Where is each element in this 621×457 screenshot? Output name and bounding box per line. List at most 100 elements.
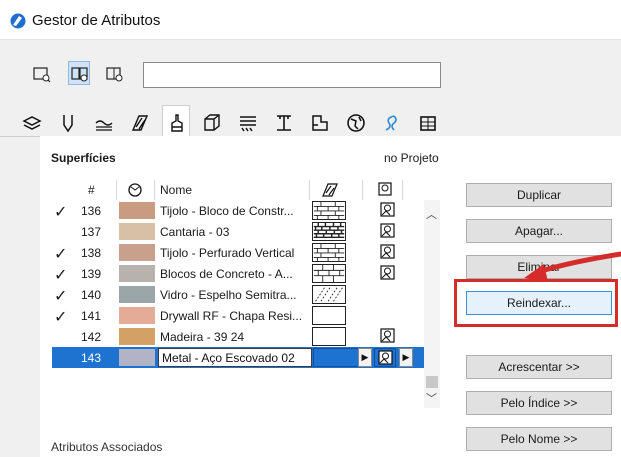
pen-icon bbox=[63, 115, 73, 133]
color-swatch bbox=[119, 244, 155, 261]
by-index-button[interactable]: Pelo Índice >> bbox=[466, 391, 612, 415]
fill-header-icon[interactable] bbox=[322, 183, 338, 197]
tab-surfaces[interactable] bbox=[162, 105, 190, 138]
table-row[interactable]: ✓ 138 Tijolo - Perfurado Vertical bbox=[52, 242, 422, 263]
table-row[interactable]: ✓ 136 Tijolo - Bloco de Constr... bbox=[52, 200, 422, 221]
search-input[interactable] bbox=[143, 62, 441, 88]
fill-pattern-selector[interactable] bbox=[313, 348, 359, 367]
surfaces-table: # Nome ✓ 136 Tijolo - Bloco de Constr...… bbox=[52, 180, 440, 408]
texture-dropdown-arrow-icon[interactable]: ▶ bbox=[399, 348, 413, 367]
color-swatch bbox=[119, 328, 155, 345]
title-bar: Gestor de Atributos bbox=[0, 0, 621, 40]
window-title: Gestor de Atributos bbox=[32, 12, 161, 29]
table-scrollbar[interactable]: ︿ ﹀ bbox=[424, 200, 440, 408]
section-title: Superfícies bbox=[51, 151, 116, 165]
tab-pens[interactable] bbox=[54, 109, 82, 137]
scroll-down-icon[interactable]: ﹀ bbox=[426, 390, 437, 406]
tab-fills[interactable] bbox=[126, 109, 154, 137]
in-project-check-icon: ✓ bbox=[54, 267, 68, 284]
color-swatch[interactable] bbox=[119, 349, 155, 366]
color-swatch bbox=[119, 223, 155, 240]
column-header-number[interactable]: # bbox=[88, 183, 95, 197]
texture-map-icon bbox=[380, 202, 395, 217]
by-name-button[interactable]: Pelo Nome >> bbox=[466, 427, 612, 451]
empty-pattern bbox=[312, 306, 346, 325]
brick-pattern-icon bbox=[312, 243, 346, 262]
texture-map-icon bbox=[380, 328, 395, 343]
layers-icon bbox=[22, 116, 42, 130]
surface-name: Madeira - 39 24 bbox=[160, 330, 245, 344]
associated-attributes-label: Atributos Associados bbox=[51, 440, 163, 454]
tab-mep[interactable] bbox=[378, 109, 406, 137]
row-number: 138 bbox=[81, 246, 102, 260]
table-row[interactable]: ✓ 139 Blocos de Concreto - A... bbox=[52, 263, 422, 284]
table-row[interactable]: ✓ 141 Drywall RF - Chapa Resi... bbox=[52, 305, 422, 326]
tab-zones[interactable] bbox=[306, 109, 334, 137]
empty-pattern bbox=[312, 327, 346, 346]
texture-map-selector[interactable] bbox=[374, 348, 396, 367]
texture-map-icon bbox=[380, 244, 395, 259]
tab-layers[interactable] bbox=[18, 109, 46, 137]
annotation-arrow bbox=[524, 251, 621, 282]
view-single-icon bbox=[106, 67, 123, 82]
color-swatch bbox=[119, 286, 155, 303]
surface-name: Vidro - Espelho Semitra... bbox=[160, 288, 297, 302]
texture-map-icon bbox=[380, 265, 395, 280]
tab-profiles[interactable] bbox=[234, 109, 262, 137]
texture-map-icon bbox=[380, 223, 395, 238]
table-row[interactable]: 137 Cantaria - 03 bbox=[52, 221, 422, 242]
globe-icon bbox=[347, 114, 365, 132]
surface-name-edit-field[interactable]: Metal - Aço Escovado 02 bbox=[158, 348, 312, 367]
glass-pattern-icon bbox=[312, 285, 346, 304]
header-divider bbox=[362, 180, 363, 200]
in-project-check-icon: ✓ bbox=[54, 288, 68, 305]
brick-pattern-icon bbox=[312, 201, 346, 220]
scroll-up-icon[interactable]: ︿ bbox=[426, 206, 437, 222]
color-header-icon[interactable] bbox=[128, 183, 142, 197]
view-dual-list-button[interactable] bbox=[68, 61, 90, 85]
attribute-tabs bbox=[0, 103, 621, 138]
tab-composites[interactable] bbox=[198, 109, 226, 137]
scroll-thumb[interactable] bbox=[426, 376, 438, 388]
tab-markup[interactable] bbox=[342, 109, 370, 137]
row-number: 140 bbox=[81, 288, 102, 302]
in-project-check-icon: ✓ bbox=[54, 204, 68, 221]
table-header: # Nome bbox=[52, 180, 440, 200]
row-number: 142 bbox=[81, 330, 102, 344]
table-row[interactable]: ✓ 140 Vidro - Espelho Semitra... bbox=[52, 284, 422, 305]
duplicate-button[interactable]: Duplicar bbox=[466, 183, 612, 207]
row-number: 141 bbox=[81, 309, 102, 323]
building-material-icon bbox=[420, 116, 436, 131]
surface-name: Drywall RF - Chapa Resi... bbox=[160, 309, 303, 323]
view-list-icon bbox=[33, 67, 51, 83]
header-divider bbox=[309, 180, 310, 200]
fill-dropdown-arrow-icon[interactable]: ▶ bbox=[358, 348, 372, 367]
beam-icon bbox=[277, 115, 291, 131]
header-divider bbox=[116, 180, 117, 200]
column-header-name[interactable]: Nome bbox=[160, 183, 192, 197]
tab-building-materials[interactable] bbox=[414, 109, 442, 137]
header-divider bbox=[402, 180, 403, 200]
texture-map-icon bbox=[378, 350, 393, 365]
in-project-check-icon: ✓ bbox=[54, 246, 68, 263]
profile-icon bbox=[240, 116, 256, 132]
view-list-button[interactable] bbox=[30, 61, 52, 85]
color-swatch bbox=[119, 307, 155, 324]
table-row[interactable]: 142 Madeira - 39 24 bbox=[52, 326, 422, 347]
surface-name: Tijolo - Bloco de Constr... bbox=[160, 204, 294, 218]
view-single-button[interactable] bbox=[103, 61, 125, 85]
stone-pattern-icon bbox=[312, 222, 346, 241]
in-project-check-icon: ✓ bbox=[54, 309, 68, 326]
zone-icon bbox=[312, 115, 328, 131]
texture-header-icon[interactable] bbox=[378, 182, 392, 196]
line-type-icon bbox=[95, 120, 113, 131]
row-number: 143 bbox=[81, 351, 102, 365]
surface-brush-icon bbox=[171, 114, 183, 132]
append-button[interactable]: Acrescentar >> bbox=[466, 355, 612, 379]
tab-line-types[interactable] bbox=[90, 109, 118, 137]
color-swatch bbox=[119, 202, 155, 219]
tab-beams[interactable] bbox=[270, 109, 298, 137]
row-number: 137 bbox=[81, 225, 102, 239]
composite-icon bbox=[204, 114, 220, 131]
table-row-selected[interactable]: 143 Metal - Aço Escovado 02 ▶ ▶ bbox=[52, 347, 424, 368]
